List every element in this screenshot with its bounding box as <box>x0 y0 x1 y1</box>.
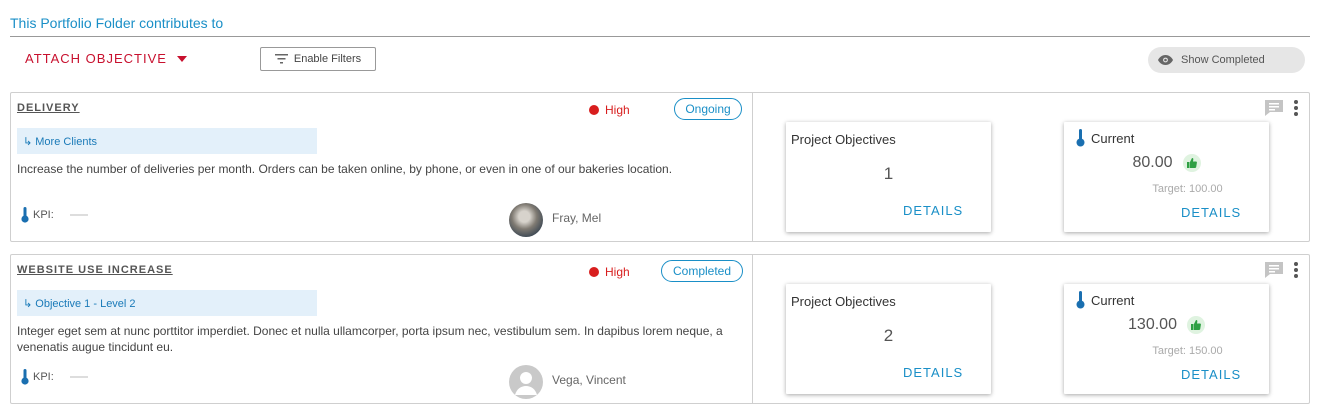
current-label: Current <box>1091 130 1135 146</box>
parent-objective-link[interactable]: ↳ More Clients <box>17 128 317 154</box>
more-vertical-icon[interactable] <box>1293 99 1299 117</box>
current-header: Current <box>1076 291 1134 309</box>
user-icon <box>515 372 537 395</box>
thermometer-icon <box>1076 129 1085 147</box>
project-objectives-count: 1 <box>883 164 894 183</box>
avatar <box>509 203 543 237</box>
current-value-row: 80.00 <box>1064 154 1269 172</box>
current-value: 130.00 <box>1128 316 1177 333</box>
objective-card: DELIVERY High Ongoing ↳ More Clients Inc… <box>10 92 1310 242</box>
current-value-row: 130.00 <box>1064 316 1269 334</box>
kpi-indicator: KPI: <box>21 369 88 385</box>
target-value: Target: 150.00 <box>1152 345 1223 357</box>
attach-objective-label: ATTACH OBJECTIVE <box>25 51 167 66</box>
comment-icon[interactable] <box>1264 261 1284 279</box>
objective-summary: DELIVERY High Ongoing ↳ More Clients Inc… <box>11 93 753 241</box>
project-objectives-details-button[interactable]: DETAILS <box>903 203 963 218</box>
thumbs-up-icon <box>1186 316 1205 334</box>
current-details-button[interactable]: DETAILS <box>1181 205 1241 220</box>
status-badge: Ongoing <box>674 98 742 120</box>
filter-icon <box>274 54 288 64</box>
priority-indicator: High <box>589 265 630 279</box>
status-badge: Completed <box>661 260 743 282</box>
owner-name: Vega, Vincent <box>552 373 626 387</box>
more-vertical-icon[interactable] <box>1293 261 1299 279</box>
page-title: This Portfolio Folder contributes to <box>10 15 224 31</box>
thumbs-up-icon <box>1182 154 1201 172</box>
owner-name: Fray, Mel <box>552 211 602 225</box>
eye-icon <box>1158 55 1173 65</box>
parent-objective-link[interactable]: ↳ Objective 1 - Level 2 <box>17 290 317 316</box>
kpi-empty-value <box>69 376 88 378</box>
objective-title[interactable]: DELIVERY <box>17 102 80 114</box>
enable-filters-label: Enable Filters <box>293 53 362 65</box>
objective-summary: WEBSITE USE INCREASE High Completed ↳ Ob… <box>11 255 753 403</box>
kpi-indicator: KPI: <box>21 207 88 223</box>
attach-objective-button[interactable]: ATTACH OBJECTIVE <box>25 51 187 66</box>
enable-filters-button[interactable]: Enable Filters <box>260 47 376 71</box>
current-value: 80.00 <box>1132 154 1173 171</box>
kpi-label: KPI: <box>33 209 54 221</box>
priority-dot-icon <box>589 267 599 277</box>
current-label: Current <box>1091 292 1135 308</box>
thermometer-icon <box>1076 291 1085 309</box>
project-objectives-label: Project Objectives <box>791 132 896 147</box>
thermometer-icon <box>21 369 29 385</box>
priority-label: High <box>605 103 630 117</box>
current-kpi-box: Current 80.00 Target: 100.00 DETAILS <box>1064 122 1269 232</box>
priority-dot-icon <box>589 105 599 115</box>
project-objectives-details-button[interactable]: DETAILS <box>903 365 963 380</box>
project-objectives-box: Project Objectives 1 DETAILS <box>786 122 991 232</box>
target-value: Target: 100.00 <box>1152 183 1223 195</box>
current-kpi-box: Current 130.00 Target: 150.00 DETAILS <box>1064 284 1269 394</box>
current-header: Current <box>1076 129 1134 147</box>
thermometer-icon <box>21 207 29 223</box>
objective-description: Integer eget sem at nunc porttitor imper… <box>17 324 723 354</box>
project-objectives-label: Project Objectives <box>791 294 896 309</box>
comment-icon[interactable] <box>1264 99 1284 117</box>
objective-card: WEBSITE USE INCREASE High Completed ↳ Ob… <box>10 254 1310 404</box>
priority-indicator: High <box>589 103 630 117</box>
kpi-label: KPI: <box>33 371 54 383</box>
priority-label: High <box>605 265 630 279</box>
avatar <box>509 365 543 399</box>
objective-description: Increase the number of deliveries per mo… <box>17 162 673 176</box>
project-objectives-count: 2 <box>883 326 894 345</box>
show-completed-toggle[interactable]: Show Completed <box>1148 47 1305 73</box>
show-completed-label: Show Completed <box>1181 54 1265 66</box>
header-divider <box>10 36 1310 37</box>
objective-title[interactable]: WEBSITE USE INCREASE <box>17 264 173 276</box>
kpi-empty-value <box>69 214 88 216</box>
caret-down-icon <box>176 55 187 62</box>
project-objectives-box: Project Objectives 2 DETAILS <box>786 284 991 394</box>
current-details-button[interactable]: DETAILS <box>1181 367 1241 382</box>
